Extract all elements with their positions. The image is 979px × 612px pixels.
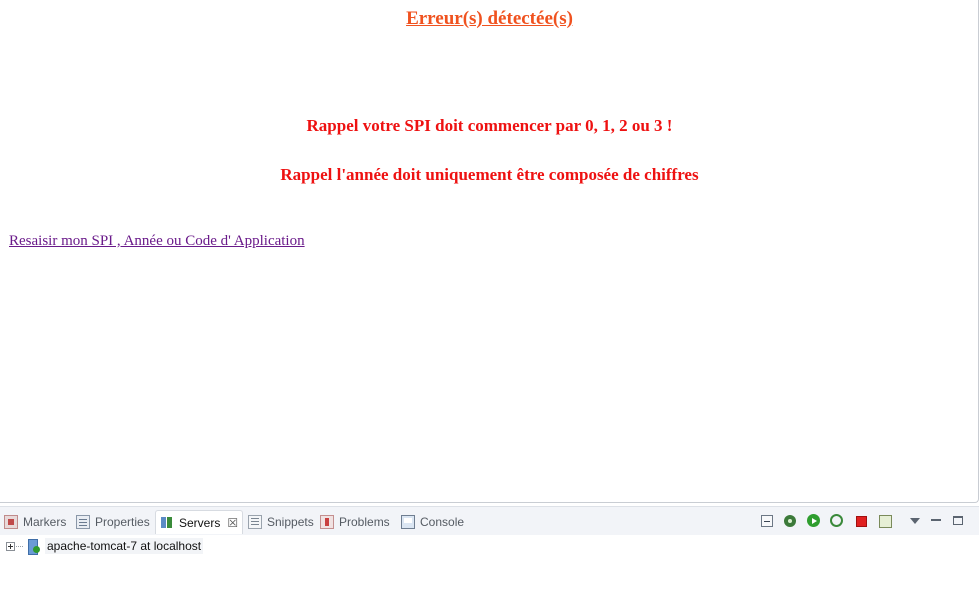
server-label: apache-tomcat-7 at localhost <box>45 538 204 554</box>
stop-icon[interactable] <box>856 516 867 527</box>
servers-view-panel: Markers Properties Servers ☒ Snippets Pr… <box>0 506 979 612</box>
maximize-icon[interactable] <box>953 516 963 525</box>
tab-label: Snippets <box>267 515 314 529</box>
debug-icon[interactable] <box>784 515 796 527</box>
tab-problems[interactable]: Problems <box>316 510 394 534</box>
console-icon <box>401 515 415 529</box>
page-title: Erreur(s) détectée(s) <box>406 8 573 29</box>
servers-icon <box>160 516 174 530</box>
tree-connector <box>16 545 23 547</box>
annee-error-message: Rappel l'année doit uniquement être comp… <box>280 165 699 184</box>
browser-content-pane: Erreur(s) détectée(s) Rappel votre SPI d… <box>0 0 979 503</box>
tab-label: Problems <box>339 515 390 529</box>
tab-label: Properties <box>95 515 150 529</box>
markers-icon <box>4 515 18 529</box>
expand-icon[interactable] <box>6 541 15 551</box>
tab-label: Console <box>420 515 465 529</box>
close-icon[interactable]: ☒ <box>227 516 238 530</box>
snippets-icon <box>248 515 262 529</box>
publish-icon[interactable] <box>879 515 892 528</box>
view-tab-bar: Markers Properties Servers ☒ Snippets Pr… <box>0 506 979 535</box>
tab-properties[interactable]: Properties <box>72 510 154 534</box>
spi-error-message: Rappel votre SPI doit commencer par 0, 1… <box>306 116 673 135</box>
tab-markers[interactable]: Markers <box>0 510 70 534</box>
profile-icon[interactable] <box>830 514 843 527</box>
resaisir-link[interactable]: Resaisir mon SPI , Année ou Code d' Appl… <box>9 233 305 250</box>
minimize-icon[interactable] <box>931 519 941 521</box>
start-icon[interactable] <box>807 514 820 527</box>
tomcat-server-icon <box>27 538 41 555</box>
collapse-all-icon[interactable] <box>761 515 773 527</box>
tab-console[interactable]: Console <box>397 510 468 534</box>
tab-label: Markers <box>23 515 67 529</box>
tab-snippets[interactable]: Snippets <box>244 510 318 534</box>
tab-label: Servers <box>179 515 221 530</box>
server-tree-item[interactable]: apache-tomcat-7 at localhost <box>6 537 204 555</box>
tab-servers[interactable]: Servers ☒ <box>155 510 244 534</box>
view-menu-icon[interactable] <box>910 518 920 524</box>
properties-icon <box>76 515 90 529</box>
problems-icon <box>320 515 334 529</box>
